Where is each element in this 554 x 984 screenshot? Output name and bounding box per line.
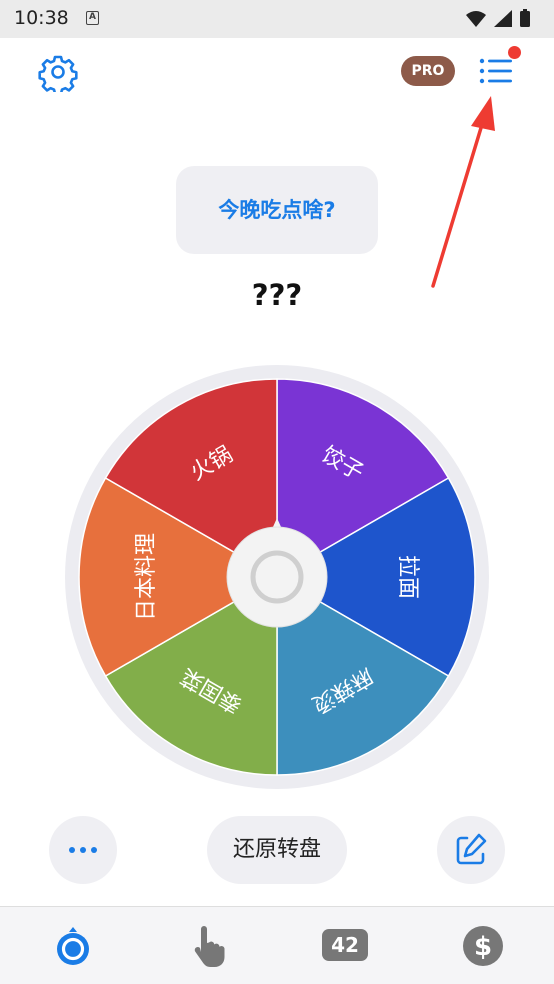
spin-wheel[interactable]: 饺子拉面麻辣烫泰国菜日本料理火锅 xyxy=(60,360,494,794)
notification-dot xyxy=(508,46,521,59)
more-dots-icon xyxy=(69,847,97,853)
tab-number[interactable]: 42 xyxy=(320,921,370,971)
question-button[interactable]: 今晚吃点啥? xyxy=(176,166,378,254)
gear-icon xyxy=(38,55,78,95)
result-text: ??? xyxy=(251,278,303,312)
tab-bar: 42 $ xyxy=(0,906,554,984)
battery-icon xyxy=(520,11,530,27)
pro-badge[interactable]: PRO xyxy=(401,56,455,86)
dollar-icon: $ xyxy=(463,926,503,966)
wheel-segment-label: 日本料理 xyxy=(134,533,159,621)
status-bar: 10:38 A xyxy=(0,0,554,38)
tab-wheel[interactable] xyxy=(48,921,98,971)
system-status-icons xyxy=(466,9,530,27)
edit-button[interactable] xyxy=(437,816,505,884)
wheel-segment-label: 拉面 xyxy=(395,555,420,599)
number-icon: 42 xyxy=(322,929,368,961)
edit-icon xyxy=(456,833,487,865)
signal-icon xyxy=(494,10,512,27)
tab-tap[interactable] xyxy=(182,921,232,971)
reset-wheel-button[interactable]: 还原转盘 xyxy=(207,816,347,884)
hand-pointer-icon xyxy=(194,926,225,967)
annotation-arrow-icon xyxy=(431,96,495,288)
status-time: 10:38 xyxy=(14,7,69,29)
spin-button-icon xyxy=(226,526,328,628)
svg-text:$: $ xyxy=(474,932,492,962)
wifi-icon xyxy=(466,11,486,27)
app-screen: 10:38 A PRO 今晚吃点啥? ??? 饺子 拉面 麻辣烫 泰国菜 日本料… xyxy=(0,0,554,984)
more-button[interactable] xyxy=(49,816,117,884)
settings-button[interactable] xyxy=(38,52,78,95)
notification-icon: A xyxy=(86,11,99,25)
tab-coin[interactable]: $ xyxy=(458,921,508,971)
wheel-icon xyxy=(57,927,89,965)
